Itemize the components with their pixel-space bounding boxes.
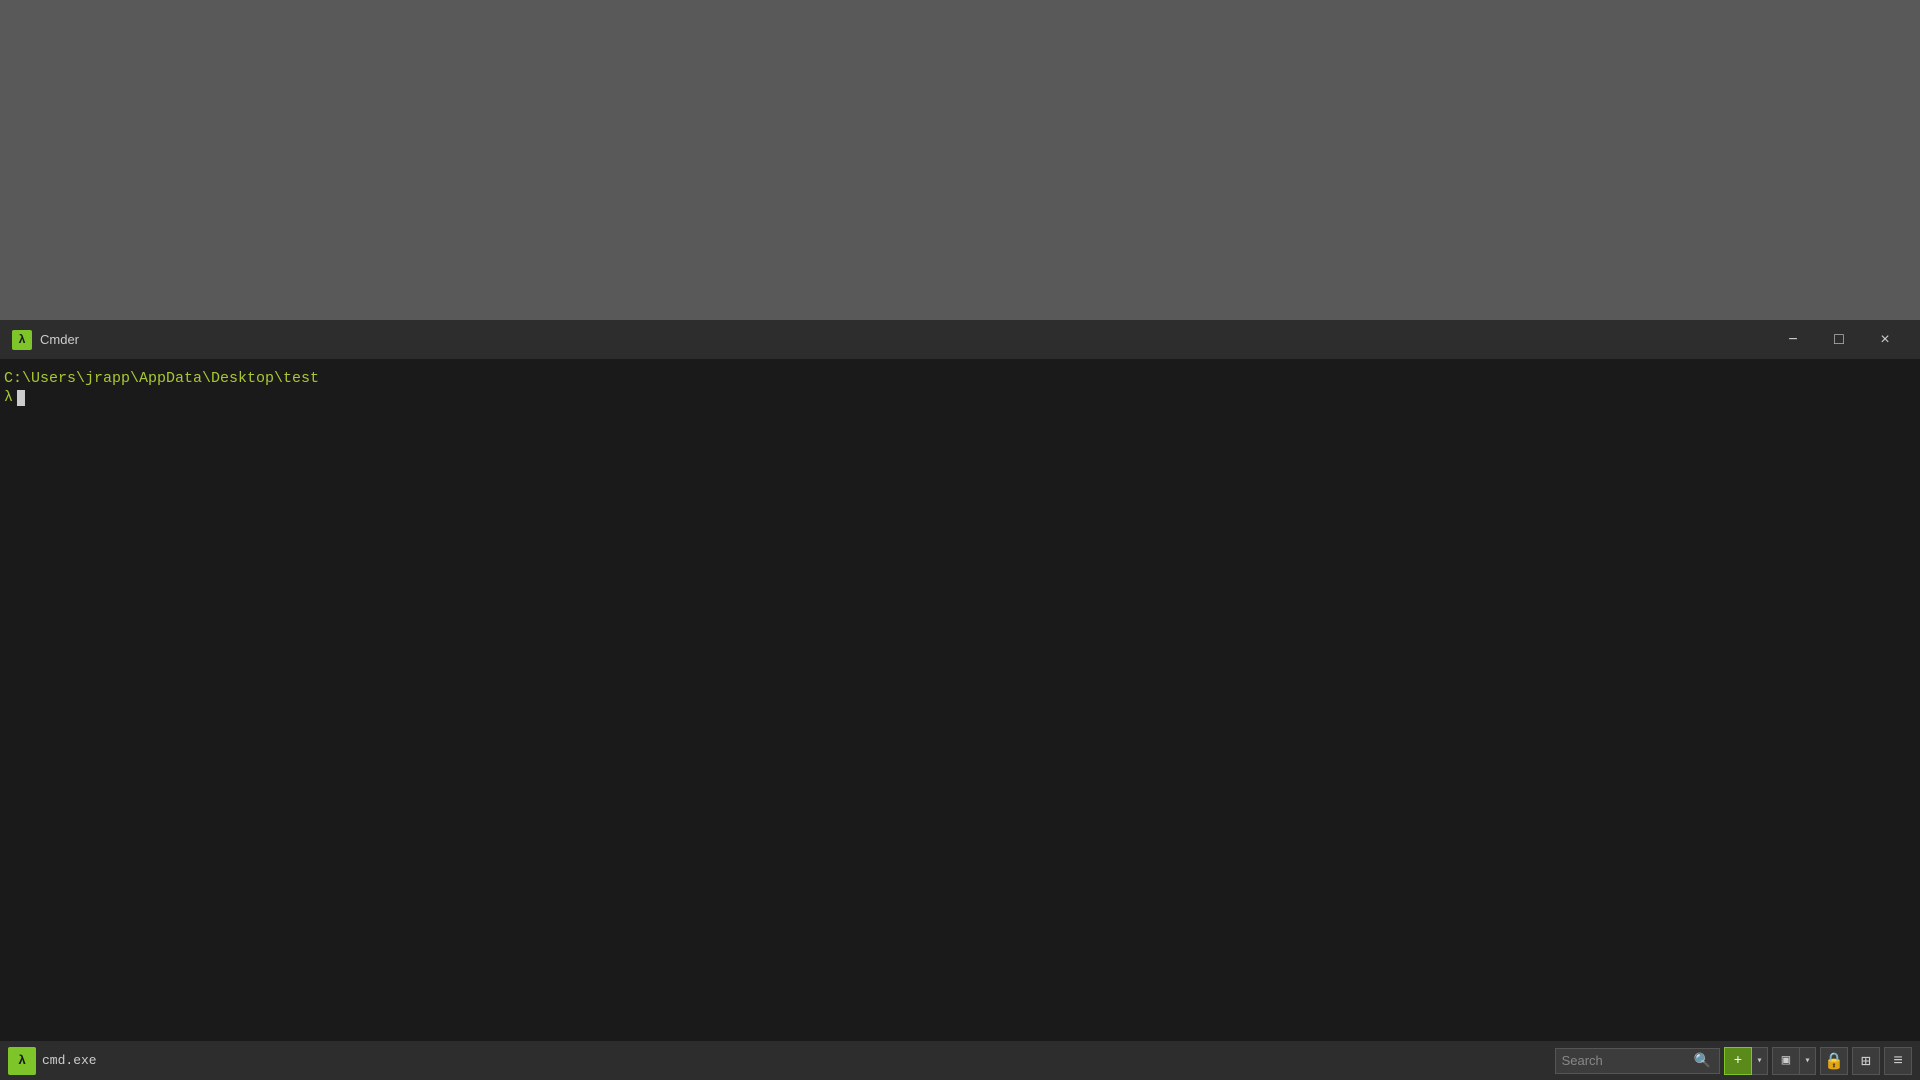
add-icon: + (1734, 1053, 1742, 1069)
grid-icon: ⊞ (1861, 1051, 1871, 1071)
lock-icon: 🔒 (1824, 1051, 1844, 1071)
desktop-background (0, 0, 1920, 320)
split-view-group: ▣ ▾ (1772, 1047, 1816, 1075)
search-icon: 🔍 (1694, 1052, 1711, 1068)
hamburger-icon: ≡ (1893, 1052, 1903, 1070)
status-bar-left: λ cmd.exe (8, 1047, 1555, 1075)
layout-button[interactable]: ⊞ (1852, 1047, 1880, 1075)
status-bar: λ cmd.exe 🔍 + ▾ ▣ ▾ (0, 1040, 1920, 1080)
search-box: 🔍 (1555, 1048, 1720, 1074)
add-tab-button[interactable]: + (1724, 1047, 1752, 1075)
status-process-name: cmd.exe (42, 1053, 97, 1068)
minimize-button[interactable]: − (1770, 320, 1816, 360)
add-tab-dropdown-button[interactable]: ▾ (1752, 1047, 1768, 1075)
terminal-prompt-line: λ (4, 389, 1916, 406)
split-view-button[interactable]: ▣ (1772, 1047, 1800, 1075)
search-icon-button[interactable]: 🔍 (1692, 1052, 1713, 1069)
window-controls: − □ × (1770, 320, 1908, 360)
close-button[interactable]: × (1862, 320, 1908, 360)
terminal-lambda-symbol: λ (4, 389, 13, 406)
status-app-icon[interactable]: λ (8, 1047, 36, 1075)
title-bar: λ Cmder − □ × (0, 320, 1920, 360)
terminal-cursor (17, 390, 25, 406)
search-input[interactable] (1562, 1053, 1692, 1068)
status-bar-right: 🔍 + ▾ ▣ ▾ 🔒 ⊞ (1555, 1047, 1912, 1075)
window-title: Cmder (40, 332, 1770, 347)
terminal-path-line: C:\Users\jrapp\AppData\Desktop\test (4, 368, 1916, 389)
terminal-area[interactable]: C:\Users\jrapp\AppData\Desktop\test λ (0, 360, 1920, 1040)
add-dropdown-icon: ▾ (1756, 1055, 1762, 1067)
maximize-button[interactable]: □ (1816, 320, 1862, 360)
lock-button[interactable]: 🔒 (1820, 1047, 1848, 1075)
menu-button[interactable]: ≡ (1884, 1047, 1912, 1075)
app-icon: λ (12, 330, 32, 350)
add-tab-group: + ▾ (1724, 1047, 1768, 1075)
status-icon-label: λ (18, 1053, 26, 1068)
split-view-dropdown-button[interactable]: ▾ (1800, 1047, 1816, 1075)
split-dropdown-icon: ▾ (1804, 1055, 1810, 1067)
split-icon: ▣ (1782, 1052, 1790, 1069)
app-icon-label: λ (18, 333, 25, 347)
